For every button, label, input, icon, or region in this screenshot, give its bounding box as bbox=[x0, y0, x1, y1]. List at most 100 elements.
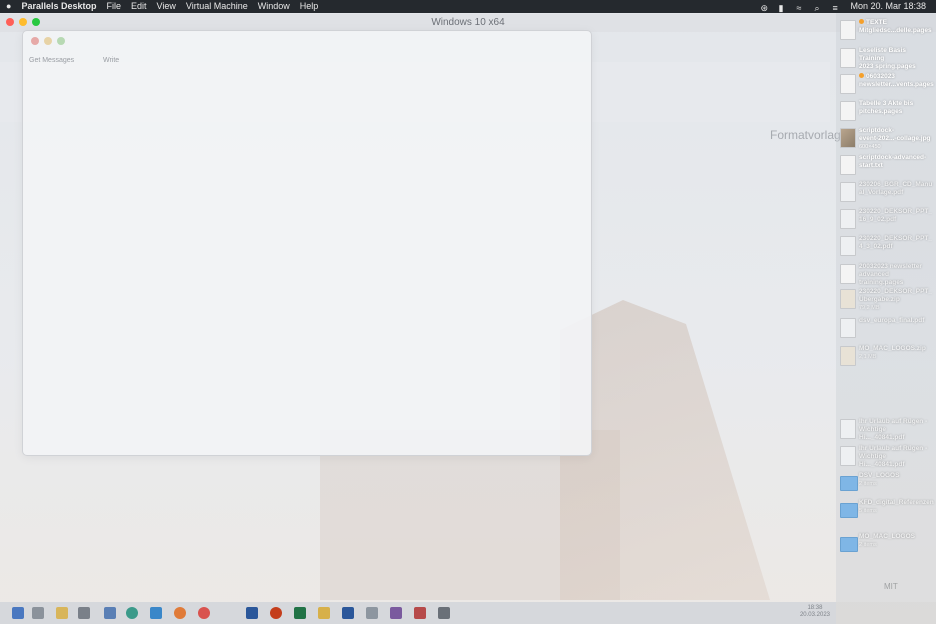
dock-file-name: scriptdock- event-202...-collage.jpg bbox=[859, 127, 931, 142]
menubar-clock[interactable]: Mon 20. Mar 18:38 bbox=[850, 0, 926, 13]
dock-file-name: MO_MAC_LOGOS.zip bbox=[859, 345, 926, 352]
folder-icon[interactable] bbox=[318, 607, 330, 619]
menu-edit[interactable]: Edit bbox=[131, 0, 147, 13]
dock-file-name: dsv_europa_final.pdf bbox=[859, 317, 925, 324]
word-icon[interactable] bbox=[342, 607, 354, 619]
dock-file-item[interactable]: TEXTE Mitgliedsc...delle.pages bbox=[838, 18, 934, 44]
dock-file-label: scriptdock-advanced- start.txt bbox=[859, 154, 933, 170]
get-messages-button[interactable]: Get Messages bbox=[29, 57, 74, 64]
dock-file-meta: 5 items bbox=[859, 508, 877, 514]
dock-file-meta: 2 items bbox=[859, 542, 877, 548]
image-icon bbox=[840, 128, 856, 148]
write-button[interactable]: Write bbox=[103, 57, 119, 64]
document-icon bbox=[840, 20, 856, 40]
dock-file-name: Ihr Urlaub auf Rügen - Wichtige Hi..._40… bbox=[859, 418, 928, 441]
taskbar-clock[interactable]: 18:38 20.03.2023 bbox=[800, 605, 830, 619]
dock-file-item[interactable]: 230220_DEKSOR_PPT_ Übergabe.zip 79,2 MB bbox=[838, 287, 934, 313]
dock-file-name: 230220_DEKSOR_PPT_ 16_9_02.pdf bbox=[859, 208, 932, 223]
dock-file-item[interactable]: dsv_europa_final.pdf bbox=[838, 316, 934, 342]
chrome-icon[interactable] bbox=[198, 607, 210, 619]
dock-file-item[interactable]: MO_MAC_LOGOS.zip 2,1 MB bbox=[838, 344, 934, 370]
wifi-icon[interactable]: ≈ bbox=[796, 2, 806, 13]
dock-file-item[interactable]: 230220_DEKSOR_PPT_ 16_9_02.pdf bbox=[838, 207, 934, 233]
folder-icon bbox=[840, 503, 858, 518]
vm-zoom-button[interactable] bbox=[32, 18, 40, 26]
pdf-app-icon[interactable] bbox=[414, 607, 426, 619]
dock-file-item[interactable]: scriptdock- event-202...-collage.jpg 600×… bbox=[838, 126, 934, 152]
pdf-icon bbox=[840, 182, 856, 202]
mac-menu-bar: ● Parallels Desktop File Edit View Virtu… bbox=[0, 0, 936, 13]
dock-file-name: 230220_DEKSOR_PPT_ Übergabe.zip bbox=[859, 288, 932, 303]
windows-taskbar: 18:38 20.03.2023 bbox=[0, 602, 836, 624]
vm-minimize-button[interactable] bbox=[19, 18, 27, 26]
app-icon[interactable] bbox=[390, 607, 402, 619]
firefox-icon[interactable] bbox=[174, 607, 186, 619]
file-explorer-icon[interactable] bbox=[56, 607, 68, 619]
mail-toolbar: Get Messages Write bbox=[23, 49, 591, 75]
dock-file-label: KFD_digital_Referenzen 5 items bbox=[859, 499, 934, 515]
pdf-icon bbox=[840, 209, 856, 229]
dock-file-label: 230220_DEKSOR_PPT_ 16_9_02.pdf bbox=[859, 208, 933, 224]
dock-file-item[interactable]: Ihr Urlaub auf Rügen - Wichtige Hi..._40… bbox=[838, 417, 934, 443]
search-icon[interactable]: ⌕ bbox=[814, 2, 824, 13]
dock-file-label: Leseliste Basis Training 2023 spring.pag… bbox=[859, 47, 933, 71]
control-center-icon[interactable]: ≡ bbox=[832, 2, 842, 13]
document-icon bbox=[840, 155, 856, 175]
dock-file-label: Ihr Urlaub auf Rügen - Wichtige Hi..._40… bbox=[859, 418, 933, 442]
dock-file-item[interactable]: DSV_LOGOS 2 items bbox=[838, 471, 934, 497]
dock-file-item[interactable]: 20032023 newsletter advanced training.pa… bbox=[838, 262, 934, 288]
start-button-icon[interactable] bbox=[12, 607, 24, 619]
document-icon bbox=[840, 101, 856, 121]
edge-icon[interactable] bbox=[126, 607, 138, 619]
dock-file-label: TEXTE Mitgliedsc...delle.pages bbox=[859, 19, 933, 35]
excel-icon[interactable] bbox=[294, 607, 306, 619]
tag-dot-icon bbox=[859, 19, 864, 24]
dock-file-item[interactable]: 06032023 newsletter...vents.pages bbox=[838, 72, 934, 98]
settings-icon[interactable] bbox=[438, 607, 450, 619]
mail-zoom-button[interactable] bbox=[57, 37, 65, 45]
dock-file-label: scriptdock- event-202...-collage.jpg 600×… bbox=[859, 127, 933, 151]
document-icon bbox=[840, 48, 856, 68]
menu-file[interactable]: File bbox=[106, 0, 121, 13]
dock-file-meta: 2 items bbox=[859, 481, 877, 487]
dock-file-item[interactable]: MO_MAC_LOGOS 2 items bbox=[838, 532, 934, 558]
battery-icon[interactable]: ▮ bbox=[778, 2, 788, 13]
document-icon bbox=[840, 264, 856, 284]
dock-file-name: 20032023 newsletter advanced training.pa… bbox=[859, 263, 922, 286]
app-menu[interactable]: Parallels Desktop bbox=[21, 0, 96, 13]
menu-help[interactable]: Help bbox=[300, 0, 319, 13]
mail-app-icon[interactable] bbox=[104, 607, 116, 619]
task-view-icon[interactable] bbox=[32, 607, 44, 619]
vm-close-button[interactable] bbox=[6, 18, 14, 26]
mail-close-button[interactable] bbox=[31, 37, 39, 45]
dock-file-meta: 600×450 bbox=[859, 144, 881, 150]
teams-icon[interactable] bbox=[246, 607, 258, 619]
dock-file-name: MO_MAC_LOGOS bbox=[859, 533, 915, 540]
dock-file-item[interactable]: KFD_digital_Referenzen 5 items bbox=[838, 498, 934, 524]
bluetooth-icon[interactable]: ⊛ bbox=[760, 2, 770, 13]
apple-menu-icon[interactable]: ● bbox=[6, 0, 11, 13]
dock-file-item[interactable]: Ihr Urlaub auf Rügen - Wichtige Hi..._40… bbox=[838, 444, 934, 470]
dock-file-meta: 79,2 MB bbox=[859, 305, 880, 311]
dock-file-name: DSV_LOGOS bbox=[859, 472, 900, 479]
dock-file-item[interactable]: 230206_BGR_CD_Manu al_Vorlage.pdf bbox=[838, 180, 934, 206]
dock-file-item[interactable]: 230220_DEKSOR_PPT_ 4_3_02.pdf bbox=[838, 234, 934, 260]
ie-icon[interactable] bbox=[150, 607, 162, 619]
notepad-icon[interactable] bbox=[366, 607, 378, 619]
menu-window[interactable]: Window bbox=[258, 0, 290, 13]
mail-minimize-button[interactable] bbox=[44, 37, 52, 45]
dock-file-name: 230220_DEKSOR_PPT_ 4_3_02.pdf bbox=[859, 235, 932, 250]
dock-file-item[interactable]: Leseliste Basis Training 2023 spring.pag… bbox=[838, 46, 934, 72]
menu-virtual-machine[interactable]: Virtual Machine bbox=[186, 0, 248, 13]
dock-file-meta: 2,1 MB bbox=[859, 354, 877, 360]
mail-window: Get Messages Write bbox=[22, 30, 592, 456]
opera-icon[interactable] bbox=[270, 607, 282, 619]
menu-view[interactable]: View bbox=[157, 0, 176, 13]
dock-file-name: Tabelle 3 Akte bis pitches.pages bbox=[859, 100, 914, 115]
store-icon[interactable] bbox=[78, 607, 90, 619]
pdf-icon bbox=[840, 318, 856, 338]
dock-file-item[interactable]: Tabelle 3 Akte bis pitches.pages bbox=[838, 99, 934, 125]
vm-window-controls bbox=[6, 18, 40, 26]
dock-file-name: Ihr Urlaub auf Rügen - Wichtige Hi..._40… bbox=[859, 445, 928, 468]
dock-file-item[interactable]: scriptdock-advanced- start.txt bbox=[838, 153, 934, 179]
